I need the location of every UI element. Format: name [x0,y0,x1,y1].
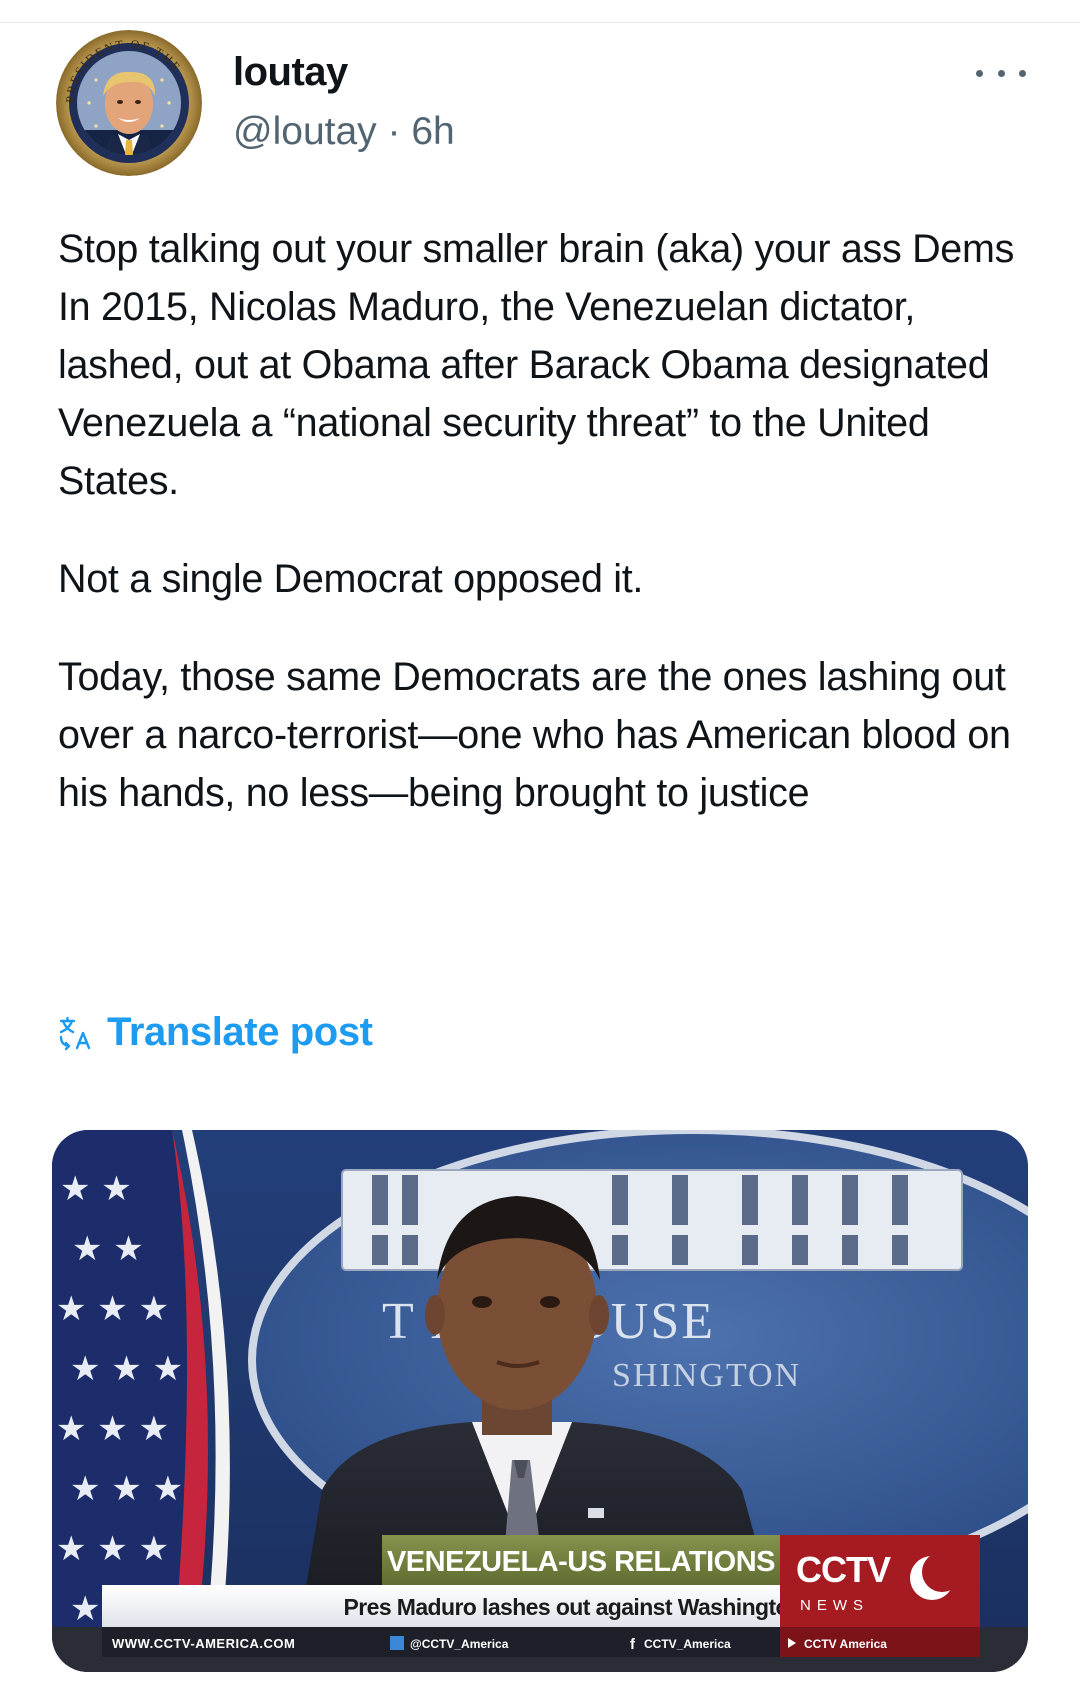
ticker-twitter-handle: @CCTV_America [410,1637,509,1651]
svg-text:★ ★ ★: ★ ★ ★ [56,1529,169,1569]
cctv-logo-subtext: NEWS [800,1597,869,1614]
ticker-youtube-channel: CCTV America [804,1637,887,1651]
ticker-website: WWW.CCTV-AMERICA.COM [112,1636,295,1651]
meta-separator: · [387,110,401,153]
svg-text:★ ★ ★: ★ ★ ★ [56,1409,169,1449]
svg-text:★ ★: ★ ★ [72,1229,144,1269]
svg-text:★ ★: ★ ★ [60,1169,132,1209]
ellipsis-icon [1019,69,1026,77]
avatar[interactable]: PRESIDENT OF THE [56,30,202,176]
more-options-button[interactable] [976,58,1026,88]
ticker-headline: VENEZUELA-US RELATIONS [387,1546,775,1578]
translate-post-label: Translate post [107,1010,373,1054]
svg-text:★ ★ ★: ★ ★ ★ [56,1289,169,1329]
post-text-line: Stop talking out your smaller brain (aka… [58,227,1015,271]
twitter-icon [390,1636,404,1650]
translate-icon [59,1016,91,1050]
ellipsis-icon [976,69,983,77]
svg-text:★ ★ ★: ★ ★ ★ [70,1349,183,1389]
ticker-facebook-handle: CCTV_America [644,1637,731,1651]
post-media-image[interactable]: ★ ★ ★ ★ ★ ★ ★ ★ ★ ★ ★ ★ ★ ★ ★ ★ ★ ★ ★ ★ … [52,1130,1028,1672]
translate-post-button[interactable]: Translate post [58,1010,373,1055]
author-handle[interactable]: @loutay [233,110,377,153]
cctv-logo: CCTV [796,1549,891,1590]
top-divider [0,22,1080,23]
avatar-image: PRESIDENT OF THE [56,30,202,176]
post-text: Stop talking out your smaller brain (aka… [58,220,1018,822]
svg-text:★ ★ ★: ★ ★ ★ [70,1469,183,1509]
author-display-name[interactable]: loutay [233,50,348,95]
ticker-subline: Pres Maduro lashes out against Washingto… [344,1594,803,1620]
post-time[interactable]: 6h [411,110,454,153]
sign-text-line-2: SHINGTON [612,1357,801,1394]
post-text-line: Today, those same Democrats are the ones… [58,655,1011,815]
ellipsis-icon [997,69,1005,77]
video-frame: ★ ★ ★ ★ ★ ★ ★ ★ ★ ★ ★ ★ ★ ★ ★ ★ ★ ★ ★ ★ … [52,1130,1028,1672]
post-text-line: In 2015, Nicolas Maduro, the Venezuelan … [58,285,990,503]
post-text-line: Not a single Democrat opposed it. [58,557,644,601]
author-meta: @loutay · 6h [233,110,455,154]
